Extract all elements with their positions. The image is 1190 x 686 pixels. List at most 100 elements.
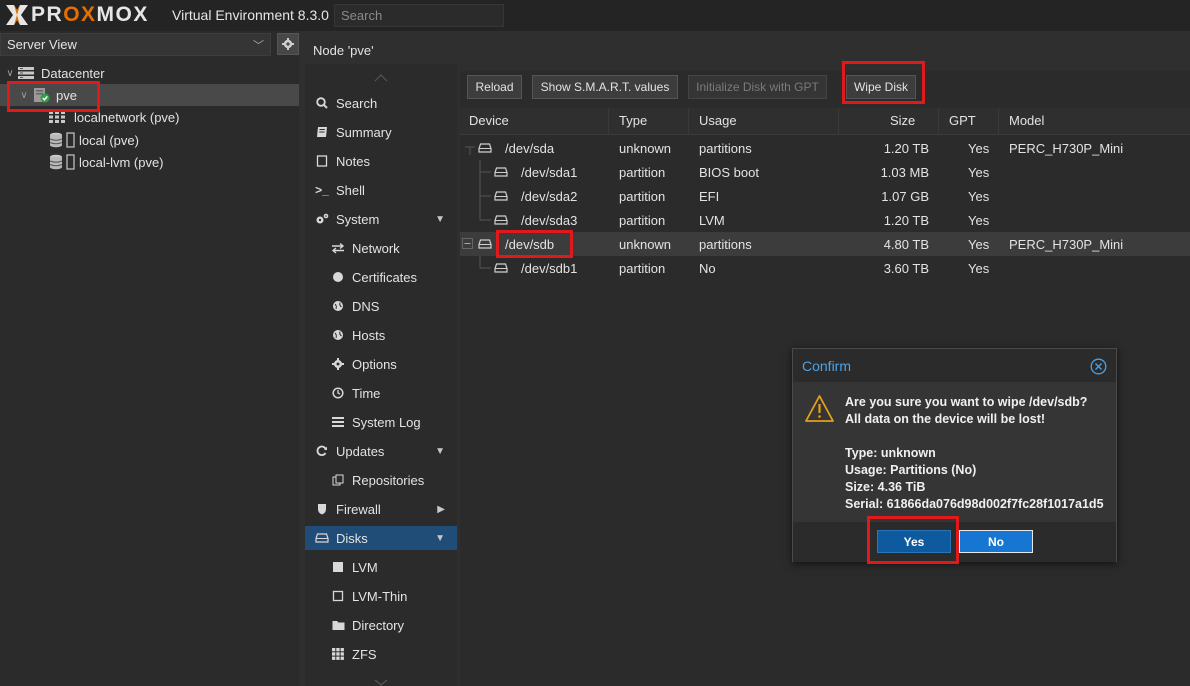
brand-name: PROXMOX — [31, 3, 149, 26]
nav-hosts[interactable]: Hosts — [305, 323, 457, 347]
tree-line-icon — [479, 184, 491, 208]
nav-repositories[interactable]: Repositories — [305, 468, 457, 492]
cell-device: /dev/sdb1 — [521, 261, 578, 276]
column-size[interactable]: Size — [890, 113, 915, 128]
nav-certificates[interactable]: Certificates — [305, 265, 457, 289]
highlight-box — [7, 81, 100, 112]
nav-time[interactable]: Time — [305, 381, 457, 405]
nav-zfs[interactable]: ZFS — [305, 642, 457, 666]
gear-icon — [282, 38, 294, 50]
caret-right-icon[interactable]: ▶ — [437, 504, 445, 515]
scroll-down-icon[interactable] — [374, 679, 388, 686]
column-device[interactable]: Device — [469, 113, 509, 128]
column-model[interactable]: Model — [1009, 113, 1044, 128]
cell-type: partition — [619, 261, 666, 276]
column-usage[interactable]: Usage — [699, 113, 737, 128]
caret-down-icon[interactable]: ▼ — [435, 214, 445, 225]
nav-label: Options — [352, 356, 397, 372]
datacenter-icon — [18, 67, 34, 79]
table-row[interactable]: /dev/sda1 partition BIOS boot 1.03 MB Ye… — [460, 160, 1190, 184]
cell-model: PERC_H730P_Mini — [1009, 237, 1124, 252]
files-icon — [330, 474, 346, 486]
cell-type: unknown — [619, 141, 672, 156]
hdd-icon — [494, 215, 508, 225]
scroll-up-icon[interactable] — [374, 74, 388, 82]
nav-system-log[interactable]: System Log — [305, 410, 457, 434]
table-row[interactable]: /dev/sda2 partition EFI 1.07 GB Yes — [460, 184, 1190, 208]
cell-device: /dev/sda3 — [521, 213, 578, 228]
nav-summary[interactable]: Summary — [305, 120, 457, 144]
nav-label: LVM-Thin — [352, 588, 408, 604]
table-row[interactable]: /dev/sda3 partition LVM 1.20 TB Yes — [460, 208, 1190, 232]
collapse-icon[interactable] — [462, 238, 474, 250]
column-gpt[interactable]: GPT — [949, 113, 976, 128]
table-row[interactable]: /dev/sdb1 partition No 3.60 TB Yes — [460, 256, 1190, 280]
nav-network[interactable]: Network — [305, 236, 457, 260]
tree-item-local-lvm[interactable]: local-lvm (pve) — [0, 151, 299, 173]
nav-lvm-thin[interactable]: LVM-Thin — [305, 584, 457, 608]
caret-down-icon[interactable]: ▼ — [435, 533, 445, 544]
nav-lvm[interactable]: LVM — [305, 555, 457, 579]
reload-button[interactable]: Reload — [467, 75, 522, 99]
clock-icon — [330, 387, 346, 399]
globe-icon — [330, 329, 346, 341]
dialog-title: Confirm — [802, 358, 852, 374]
view-selector[interactable]: Server View ﹀ — [0, 33, 271, 56]
dialog-usage: Usage: Partitions (No) — [845, 463, 977, 477]
nav-updates[interactable]: Updates ▼ — [305, 439, 457, 463]
nav-label: Disks — [336, 530, 368, 546]
highlight-box — [842, 61, 925, 104]
th-icon — [330, 648, 346, 660]
tree-label-local: local (pve) — [79, 132, 139, 148]
nav-firewall[interactable]: Firewall ▶ — [305, 497, 457, 521]
nav-notes[interactable]: Notes — [305, 149, 457, 173]
nav-system[interactable]: System ▼ — [305, 207, 457, 231]
tree-settings-button[interactable] — [277, 33, 299, 55]
table-row[interactable]: /dev/sda unknown partitions 1.20 TB Yes … — [460, 136, 1190, 160]
cell-size: 1.20 TB — [883, 141, 929, 156]
cell-gpt: Yes — [968, 189, 990, 204]
nav-options[interactable]: Options — [305, 352, 457, 376]
collapse-icon[interactable]: ∨ — [4, 68, 16, 79]
cell-usage: LVM — [699, 213, 725, 228]
nav-shell[interactable]: >_ Shell — [305, 178, 457, 202]
show-smart-button[interactable]: Show S.M.A.R.T. values — [532, 75, 678, 99]
search-input[interactable]: Search — [334, 4, 504, 27]
dialog-message-2: All data on the device will be lost! — [845, 412, 1046, 426]
tree-line-icon — [479, 208, 491, 221]
node-header — [305, 31, 1190, 67]
nav-label: Shell — [336, 182, 365, 198]
column-type[interactable]: Type — [619, 113, 647, 128]
cell-gpt: Yes — [968, 261, 990, 276]
tree-line-icon — [465, 146, 475, 155]
nav-label: Search — [336, 95, 378, 111]
nav-label: System — [336, 211, 380, 227]
tree-item-local[interactable]: local (pve) — [0, 129, 299, 151]
cogs-icon — [314, 213, 330, 225]
cell-type: partition — [619, 189, 666, 204]
nav-dns[interactable]: DNS — [305, 294, 457, 318]
cell-gpt: Yes — [968, 141, 990, 156]
dialog-body: Are you sure you want to wipe /dev/sdb? … — [793, 382, 1116, 522]
nav-disks[interactable]: Disks ▼ — [305, 526, 457, 550]
nav-label: Hosts — [352, 327, 386, 343]
exchange-icon — [330, 242, 346, 254]
hdd-icon — [494, 263, 508, 273]
no-button[interactable]: No — [959, 530, 1033, 553]
dialog-size: Size: 4.36 TiB — [845, 480, 926, 494]
chevron-down-icon: ﹀ — [253, 40, 264, 52]
nav-directory[interactable]: Directory — [305, 613, 457, 637]
hdd-icon — [494, 191, 508, 201]
cell-usage: EFI — [699, 189, 720, 204]
nav-label: Notes — [336, 153, 370, 169]
refresh-icon — [314, 445, 330, 457]
close-icon[interactable] — [1090, 358, 1107, 375]
cell-type: partition — [619, 213, 666, 228]
tree-line-icon — [479, 256, 491, 269]
initialize-gpt-button[interactable]: Initialize Disk with GPT — [688, 75, 827, 99]
nav-search[interactable]: Search — [305, 91, 457, 115]
cell-usage: No — [699, 261, 716, 276]
cell-gpt: Yes — [968, 165, 990, 180]
network-grid-icon — [49, 111, 65, 123]
caret-down-icon[interactable]: ▼ — [435, 446, 445, 457]
